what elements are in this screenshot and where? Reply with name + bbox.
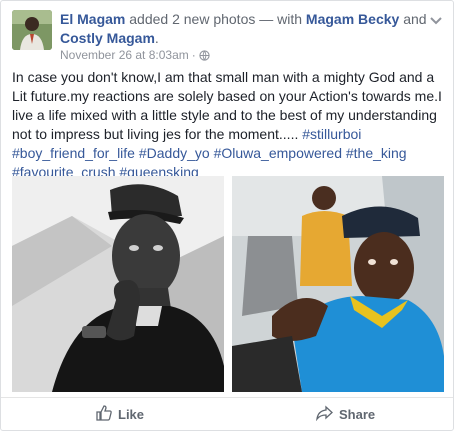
meta-separator: · <box>191 48 196 62</box>
share-button[interactable]: Share <box>316 405 375 424</box>
post-text: In case you don't know,I am that small m… <box>12 69 442 142</box>
share-label: Share <box>339 407 376 422</box>
author-link[interactable]: El Magam <box>60 11 125 27</box>
globe-icon[interactable] <box>199 49 210 61</box>
chevron-down-icon[interactable] <box>429 13 443 27</box>
thumbs-up-icon <box>96 405 112 424</box>
share-arrow-icon <box>316 405 333 424</box>
post-header: El Magam added 2 new photos — with Magam… <box>60 10 430 48</box>
post-action-bar: Like Share <box>1 397 453 432</box>
like-button[interactable]: Like <box>96 405 144 424</box>
post-body: In case you don't know,I am that small m… <box>12 68 444 182</box>
avatar[interactable] <box>12 10 52 50</box>
tagged-user-link[interactable]: Costly Magam <box>60 30 155 46</box>
action-text: added 2 new photos — with <box>125 11 306 27</box>
end-text: . <box>154 30 159 46</box>
photo-2[interactable] <box>232 176 444 392</box>
like-label: Like <box>118 407 145 422</box>
and-text: and <box>399 11 427 27</box>
post-meta: November 26 at 8:03am · <box>60 48 210 62</box>
timestamp-link[interactable]: November 26 at 8:03am <box>60 48 189 62</box>
tagged-user-link[interactable]: Magam Becky <box>306 11 399 27</box>
post-card: El Magam added 2 new photos — with Magam… <box>0 0 454 431</box>
photo-1[interactable] <box>12 176 224 392</box>
